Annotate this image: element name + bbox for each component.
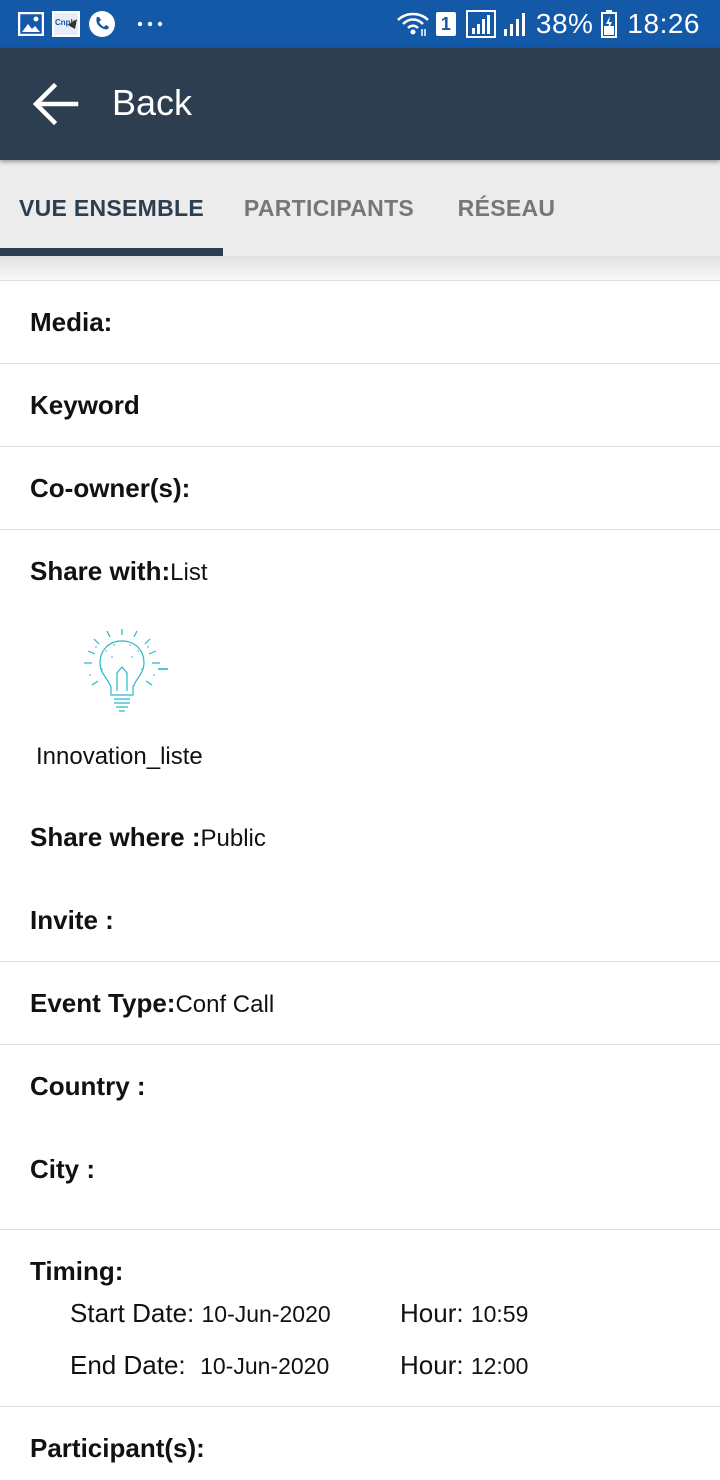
- event-details: Media: Keyword Co-owner(s): Share with:L…: [0, 280, 720, 1480]
- active-tab-indicator: [0, 248, 223, 256]
- share-with-label: Share with:: [30, 556, 171, 586]
- app-notification-icon: Cnpb: [52, 11, 80, 37]
- share-with-line: Share with:List: [30, 556, 208, 587]
- start-date-line: Start Date: 10-Jun-2020: [70, 1298, 331, 1329]
- media-row: Media:: [0, 281, 720, 364]
- tab-bar: VUE ENSEMBLE PARTICIPANTS RÉSEAU: [0, 160, 720, 256]
- end-hour-label: Hour:: [400, 1350, 464, 1380]
- status-bar-system: 1 38% 18:26: [396, 6, 700, 42]
- event-type-row: Event Type:Conf Call: [0, 962, 720, 1045]
- participants-label: Participant(s):: [30, 1433, 205, 1463]
- sim-number: 1: [435, 12, 456, 36]
- phone-icon: [88, 10, 116, 38]
- end-date-value: 10-Jun-2020: [200, 1353, 330, 1379]
- coowners-row: Co-owner(s):: [0, 447, 720, 530]
- country-label: Country :: [30, 1071, 146, 1101]
- end-date-line: End Date: 10-Jun-2020: [70, 1350, 329, 1381]
- event-type-value: Conf Call: [175, 991, 275, 1018]
- more-dots-icon: [136, 20, 164, 28]
- sim-icon: 1: [435, 12, 456, 36]
- participants-row: Participant(s):: [0, 1407, 720, 1480]
- timing-row: Timing: Start Date: 10-Jun-2020 Hour: 10…: [0, 1230, 720, 1407]
- battery-percent: 38%: [535, 8, 594, 39]
- tab-reseau[interactable]: RÉSEAU: [435, 160, 578, 256]
- start-hour-line: Hour: 10:59: [400, 1298, 528, 1329]
- app-bar: Back: [0, 48, 720, 160]
- gallery-icon: [18, 12, 44, 36]
- keyword-label: Keyword: [30, 390, 140, 420]
- invite-label: Invite :: [30, 905, 114, 935]
- event-type-line: Event Type:Conf Call: [30, 988, 274, 1019]
- coowners-label: Co-owner(s):: [30, 473, 191, 503]
- city-label: City :: [30, 1154, 95, 1184]
- status-bar-notifications: Cnpb: [18, 8, 164, 40]
- signal-icon: [465, 10, 496, 38]
- tab-vue-ensemble[interactable]: VUE ENSEMBLE: [0, 160, 223, 256]
- start-date-label: Start Date:: [70, 1298, 195, 1328]
- share-with-value: List: [170, 559, 208, 586]
- tab-participants[interactable]: PARTICIPANTS: [223, 160, 435, 256]
- battery-icon: [601, 10, 618, 38]
- location-row: Country : City :: [0, 1045, 720, 1230]
- start-hour-value: 10:59: [470, 1301, 529, 1327]
- lightbulb-icon[interactable]: [72, 621, 172, 721]
- start-hour-label: Hour:: [400, 1298, 464, 1328]
- timing-label: Timing:: [30, 1256, 124, 1286]
- share-where-line: Share where :Public: [30, 822, 266, 853]
- end-hour-value: 12:00: [470, 1353, 529, 1379]
- start-date-value: 10-Jun-2020: [201, 1301, 331, 1327]
- back-button[interactable]: Back: [112, 82, 192, 124]
- event-type-label: Event Type:: [30, 988, 176, 1018]
- clock: 18:26: [627, 8, 700, 39]
- media-label: Media:: [30, 307, 113, 337]
- end-hour-line: Hour: 12:00: [400, 1350, 528, 1381]
- end-date-label: End Date:: [70, 1350, 186, 1380]
- signal-bars-icon: [502, 11, 528, 37]
- status-bar: Cnpb 1 38% 18:26: [0, 0, 720, 48]
- arrow-left-icon[interactable]: [32, 80, 80, 128]
- share-where-label: Share where :: [30, 822, 201, 852]
- wifi-icon: [396, 11, 430, 37]
- keyword-row: Keyword: [0, 364, 720, 447]
- list-item-name[interactable]: Innovation_liste: [36, 743, 203, 771]
- share-where-value: Public: [200, 825, 266, 852]
- tab-shadow: [0, 256, 720, 280]
